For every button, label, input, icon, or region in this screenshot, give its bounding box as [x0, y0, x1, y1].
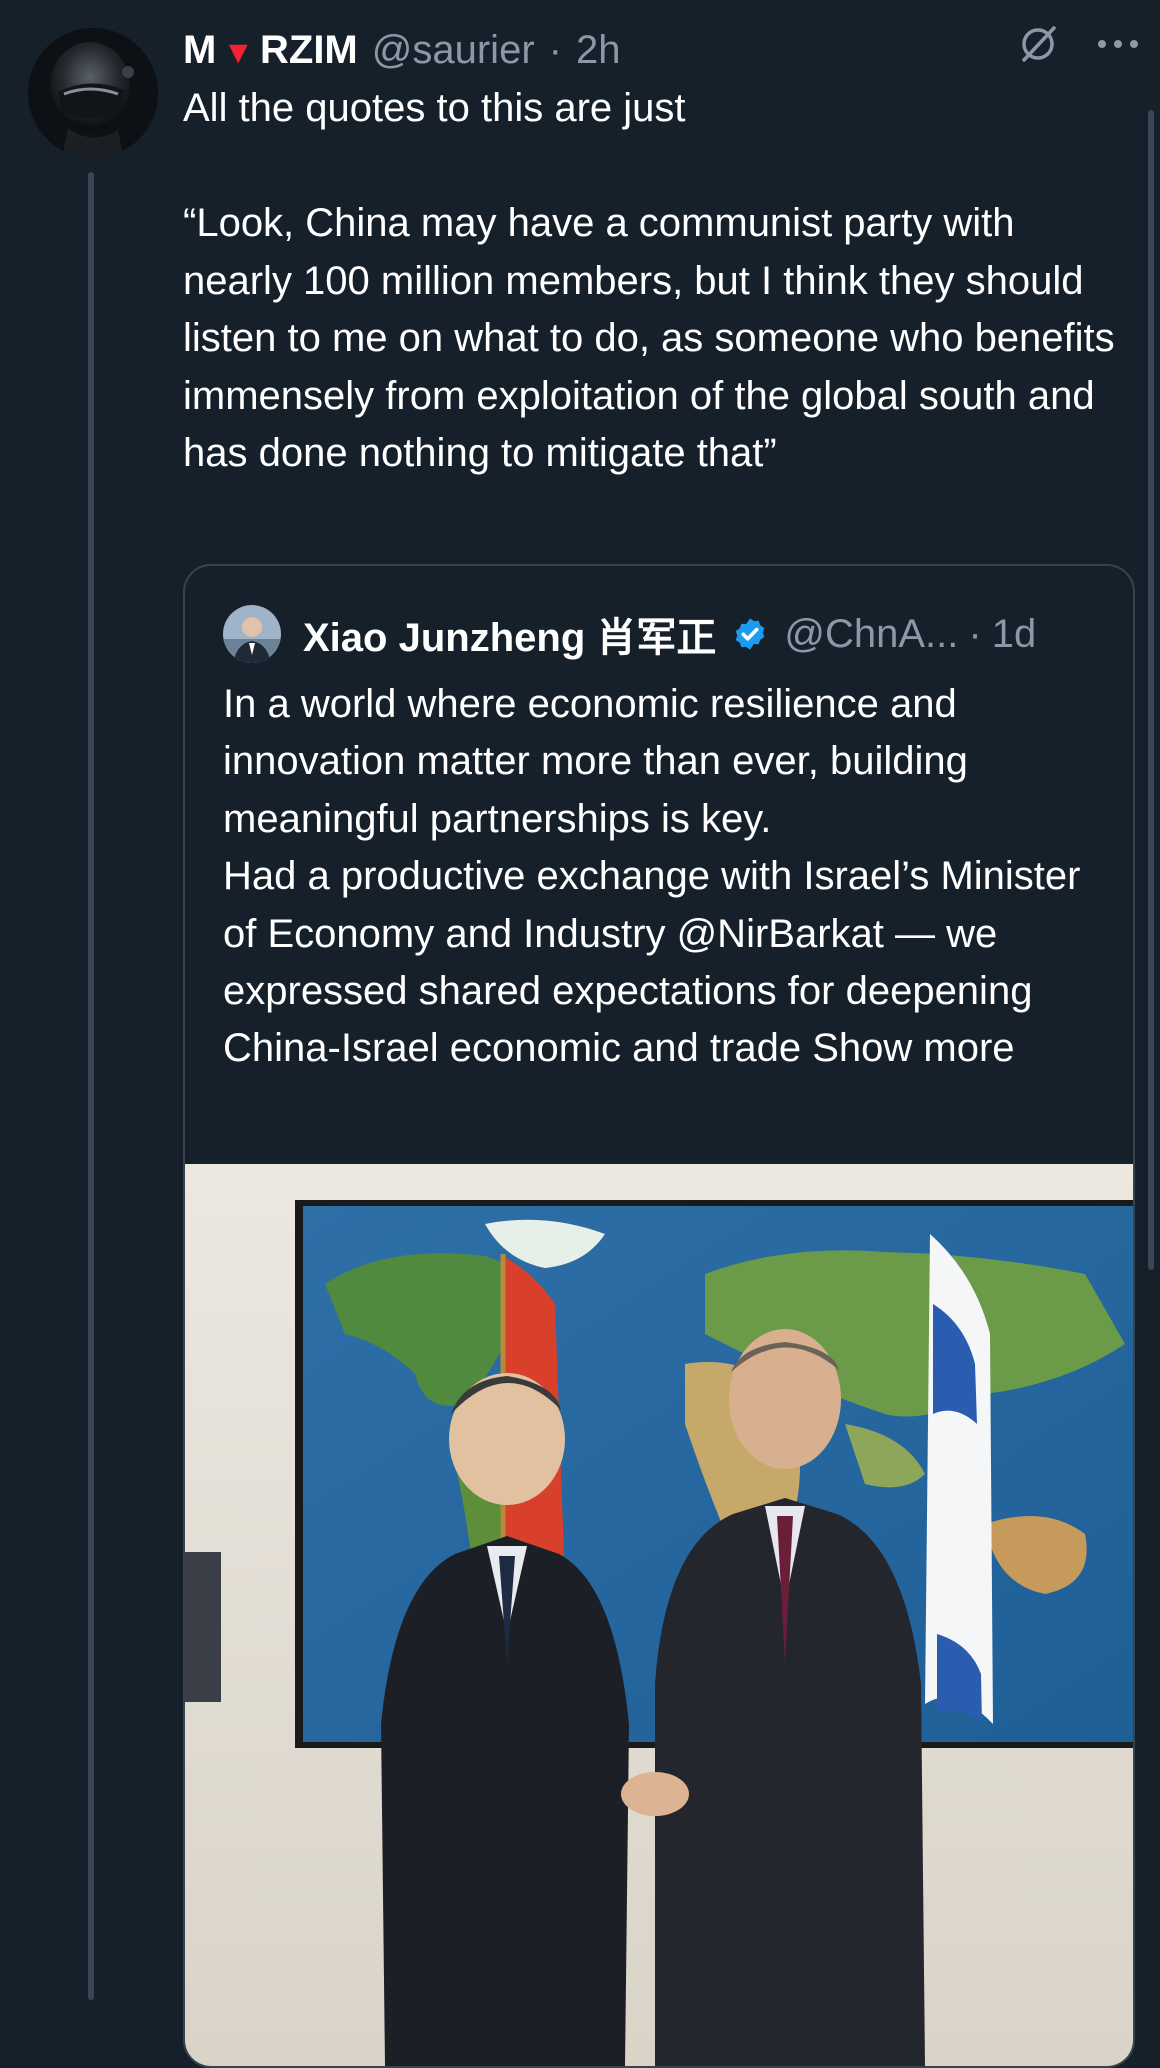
post-text-line: All the quotes to this are just — [183, 86, 686, 130]
quoted-text-line-continued: Had a productive exchange with Israel’s … — [223, 848, 1103, 1078]
quoted-author-name[interactable]: Xiao Junzheng 肖军正 — [303, 605, 716, 663]
quoted-post-timestamp[interactable]: 1d — [992, 612, 1037, 657]
quoted-post-body: In a world where economic resilience and… — [223, 676, 1103, 1078]
author-display-name[interactable]: M ▼ RZIM — [183, 28, 358, 73]
post-text-blank-line — [183, 138, 1133, 196]
verified-icon — [732, 616, 768, 652]
quoted-author-handle[interactable]: @ChnA... — [784, 612, 958, 657]
post-timestamp[interactable]: 2h — [576, 28, 621, 73]
quoted-author-avatar[interactable] — [223, 605, 281, 663]
scrollbar[interactable] — [1148, 110, 1154, 1270]
quoted-text-line: In a world where economic resilience and… — [223, 682, 968, 841]
red-triangle-icon: ▼ — [222, 33, 254, 70]
author-handle[interactable]: @saurier — [372, 28, 535, 73]
post-header: M ▼ RZIM @saurier · 2h — [183, 22, 1140, 78]
quoted-post-header: Xiao Junzheng 肖军正 @ChnA... · 1d — [223, 604, 1113, 664]
post-body: All the quotes to this are just “Look, C… — [183, 80, 1133, 483]
more-icon[interactable] — [1096, 38, 1140, 50]
post-actions — [1016, 22, 1140, 66]
grok-icon[interactable] — [1016, 22, 1060, 66]
post-text-quote: “Look, China may have a communist party … — [183, 201, 1115, 475]
thread-connector-line — [88, 172, 94, 2000]
show-more-link[interactable]: Show more — [812, 1026, 1014, 1070]
quoted-post-card[interactable]: Xiao Junzheng 肖军正 @ChnA... · 1d In a wor… — [183, 564, 1135, 2068]
separator-dot: · — [548, 27, 562, 72]
quoted-post-photo[interactable] — [185, 1164, 1133, 2066]
author-avatar[interactable] — [28, 28, 158, 158]
separator-dot: · — [968, 611, 982, 656]
